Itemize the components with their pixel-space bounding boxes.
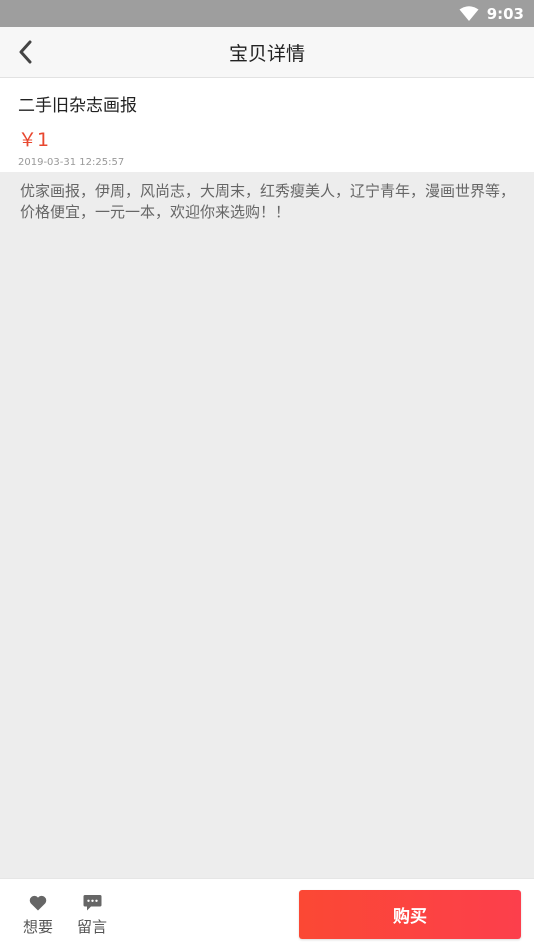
buy-button[interactable]: 购买 <box>299 890 521 939</box>
item-price: ￥1 <box>18 129 50 151</box>
heart-icon <box>29 893 47 913</box>
item-name: 二手旧杂志画报 <box>18 96 137 116</box>
app-bar: 宝贝详情 <box>0 27 534 78</box>
status-time: 9:03 <box>486 4 524 23</box>
item-timestamp: 2019-03-31 12:25:57 <box>18 157 125 168</box>
bottom-bar: 想要 留言 购买 <box>0 878 534 949</box>
message-button[interactable]: 留言 <box>70 893 114 937</box>
item-info: 二手旧杂志画报 ￥1 2019-03-31 12:25:57 <box>0 78 534 172</box>
message-label: 留言 <box>76 918 107 936</box>
wifi-icon <box>459 5 479 22</box>
chat-bubble-icon <box>83 893 102 913</box>
status-bar: 9:03 <box>0 0 534 27</box>
want-label: 想要 <box>22 918 53 936</box>
item-description: 优家画报，伊周，风尚志，大周末，红秀瘦美人，辽宁青年，漫画世界等，价格便宜，一元… <box>20 182 516 221</box>
want-button[interactable]: 想要 <box>16 893 60 937</box>
page-title: 宝贝详情 <box>228 43 305 65</box>
